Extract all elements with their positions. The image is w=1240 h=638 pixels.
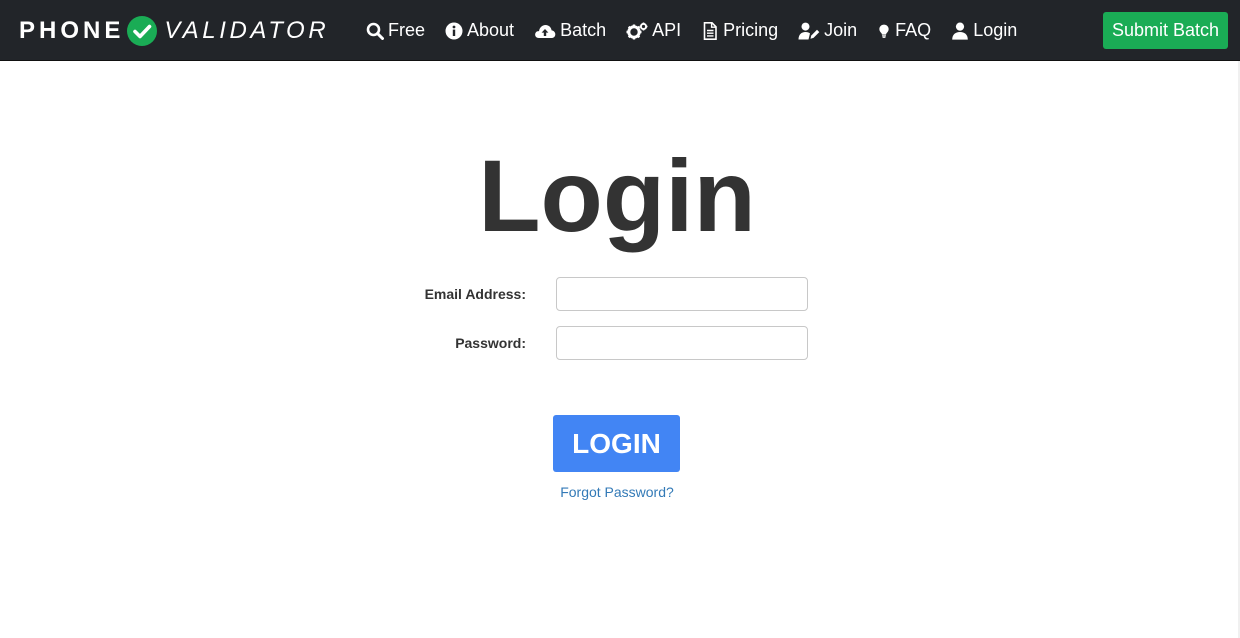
nav-faq[interactable]: FAQ [867,0,941,61]
lightbulb-icon [879,24,889,38]
nav-api[interactable]: API [616,0,691,61]
forgot-password-link[interactable]: Forgot Password? [0,484,1234,500]
nav-free-label: Free [388,20,426,40]
email-label: Email Address: [424,286,526,302]
cogs-icon [626,22,648,39]
nav-faq-label: FAQ [895,20,932,40]
nav-join-label: Join [824,20,858,40]
nav-batch-label: Batch [560,20,607,40]
brand-word-validator: VALIDATOR [164,17,330,44]
check-circle-icon [127,16,158,46]
login-button[interactable]: LOGIN [553,415,680,472]
nav-pricing[interactable]: Pricing [691,0,788,61]
user-icon [952,22,968,40]
nav-api-label: API [652,20,682,40]
password-label: Password: [455,335,526,351]
nav-pricing-label: Pricing [723,20,779,40]
brand-word-phone: PHONE [19,17,125,44]
document-icon [703,21,717,40]
nav-login-label: Login [973,20,1018,40]
nav-login[interactable]: Login [941,0,1027,61]
brand-logo[interactable]: PHONE VALIDATOR [19,14,329,48]
password-field[interactable] [556,326,808,360]
info-icon [445,22,463,39]
cloud-upload-icon [535,24,556,38]
user-edit-icon [798,22,820,39]
page-title: Login [478,139,756,253]
nav-batch[interactable]: Batch [524,0,616,61]
search-icon [366,22,384,40]
nav-about[interactable]: About [435,0,524,61]
email-field[interactable] [556,277,808,311]
nav-join[interactable]: Join [788,0,867,61]
top-navbar: PHONE VALIDATOR Free About Batch API Pri… [0,0,1240,61]
submit-batch-button[interactable]: Submit Batch [1103,12,1228,49]
nav-links: Free About Batch API Pricing Join FAQ Lo… [356,0,1027,61]
nav-about-label: About [467,20,515,40]
nav-free[interactable]: Free [356,0,435,61]
